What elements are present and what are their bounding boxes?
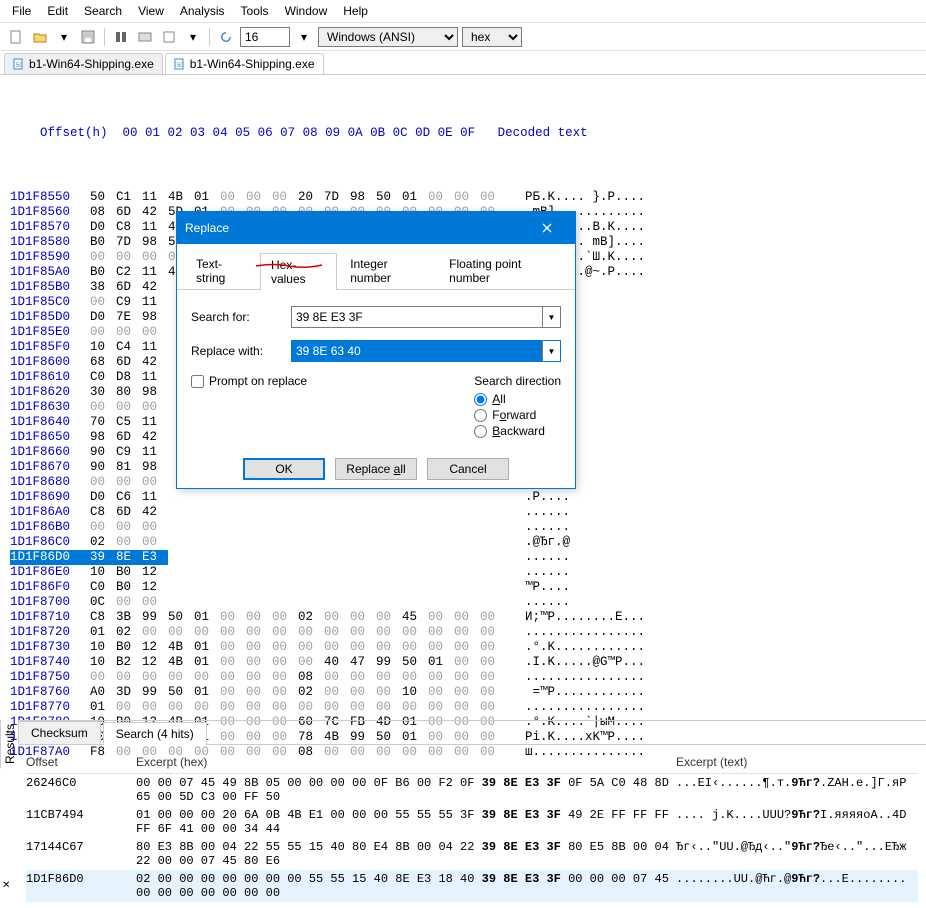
menu-window[interactable]: Window [279, 2, 334, 20]
menu-analysis[interactable]: Analysis [174, 2, 231, 20]
hex-row[interactable]: 1D1F8710C83B9950010000000200000045000000… [10, 610, 916, 625]
chevron-down-icon[interactable]: ▼ [542, 307, 560, 327]
tab-float[interactable]: Floating point number [438, 252, 567, 289]
file-tab-1[interactable]: 50 b1-Win64-Shipping.exe [4, 53, 163, 74]
results-row[interactable]: 26246C000 00 07 45 49 8B 05 00 00 00 00 … [26, 774, 918, 806]
menu-search[interactable]: Search [78, 2, 128, 20]
header-bytes: 00 01 02 03 04 05 06 07 08 09 0A 0B 0C 0… [123, 126, 476, 140]
hex-row[interactable]: 1D1F873010B0124B010000000000000000000000… [10, 640, 916, 655]
close-icon[interactable] [527, 217, 567, 239]
direction-backward-label: Backward [492, 424, 545, 438]
tab-integer[interactable]: Integer number [339, 252, 436, 289]
tool1-icon[interactable] [111, 27, 131, 47]
results-head-hex: Excerpt (hex) [136, 755, 676, 769]
save-icon[interactable] [78, 27, 98, 47]
hex-row[interactable]: 1D1F86C0020000 .@Ђг.@ [10, 535, 916, 550]
hex-row[interactable]: 1D1F86A0C86D42 ...... [10, 505, 916, 520]
toolbar: ▾ ▾ ▾ Windows (ANSI) hex [0, 23, 926, 51]
direction-forward-radio[interactable] [474, 409, 487, 422]
hex-row[interactable]: 1D1F875000000000000000000800000000000000… [10, 670, 916, 685]
hex-row[interactable]: 1D1F872001020000000000000000000000000000… [10, 625, 916, 640]
open-folder-icon[interactable] [30, 27, 50, 47]
file-tabs: 50 b1-Win64-Shipping.exe 50 b1-Win64-Shi… [0, 51, 926, 75]
red-underline-annotation [254, 262, 324, 270]
results-panel: Checksum Search (4 hits) Offset Excerpt … [18, 720, 926, 883]
bytes-per-row-input[interactable] [240, 27, 290, 47]
file-tab-2-label: b1-Win64-Shipping.exe [190, 57, 315, 71]
replace-dialog: Replace Text-string Hex-values Integer n… [176, 211, 576, 489]
search-for-label: Search for: [191, 310, 281, 324]
dialog-title: Replace [185, 221, 229, 235]
hex-row[interactable]: 1D1F86E010B012 ...... [10, 565, 916, 580]
header-decoded: Decoded text [498, 126, 588, 140]
results-tab-checksum[interactable]: Checksum [18, 721, 101, 744]
results-tab-search[interactable]: Search (4 hits) [103, 722, 207, 745]
tool3-icon[interactable] [159, 27, 179, 47]
svg-text:50: 50 [16, 63, 23, 69]
header-offset: Offset(h) [40, 126, 108, 140]
search-for-input[interactable] [292, 307, 542, 327]
chevron-down-icon[interactable]: ▼ [542, 341, 560, 361]
save-dropdown-icon[interactable]: ▾ [54, 27, 74, 47]
cancel-button[interactable]: Cancel [427, 458, 509, 480]
dialog-titlebar[interactable]: Replace [177, 212, 575, 244]
results-side-label[interactable]: Results [0, 720, 19, 768]
encoding-select[interactable]: Windows (ANSI) [318, 27, 458, 47]
search-direction-label: Search direction [474, 374, 561, 388]
hex-row[interactable]: 1D1F874010B2124B010000000040479950010000… [10, 655, 916, 670]
hex-row[interactable]: 1D1F86F0C0B012 ™P.... [10, 580, 916, 595]
results-row[interactable]: 11CB749401 00 00 00 20 6A 0B 4B E1 00 00… [26, 806, 918, 838]
results-row[interactable]: 1D1F86D002 00 00 00 00 00 00 00 55 55 15… [26, 870, 918, 902]
new-file-icon[interactable] [6, 27, 26, 47]
results-row[interactable]: 17144C6780 E3 8B 00 04 22 55 55 15 40 80… [26, 838, 918, 870]
results-head-text: Excerpt (text) [676, 755, 918, 769]
replace-all-button[interactable]: Replace all [335, 458, 417, 480]
results-close-icon[interactable]: ✕ [2, 880, 10, 891]
hex-row[interactable]: 1D1F87000C0000 ...... [10, 595, 916, 610]
file-icon: 50 [13, 58, 25, 70]
menu-bar: File Edit Search View Analysis Tools Win… [0, 0, 926, 23]
menu-edit[interactable]: Edit [41, 2, 74, 20]
menu-tools[interactable]: Tools [235, 2, 275, 20]
prompt-on-replace-checkbox[interactable] [191, 375, 204, 388]
hex-row[interactable]: 1D1F86D0398EE3 ...... [10, 550, 916, 565]
replace-with-label: Replace with: [191, 344, 281, 358]
display-select[interactable]: hex [462, 27, 522, 47]
results-head-offset: Offset [26, 755, 136, 769]
menu-file[interactable]: File [6, 2, 37, 20]
tool2-icon[interactable] [135, 27, 155, 47]
direction-all-label: All [492, 392, 505, 406]
svg-text:50: 50 [177, 63, 184, 69]
tool3-dropdown-icon[interactable]: ▾ [183, 27, 203, 47]
dialog-tabs: Text-string Hex-values Integer number Fl… [177, 244, 575, 290]
file-icon: 50 [174, 58, 186, 70]
hex-row[interactable]: 1D1F855050C1114B01000000207D985001000000… [10, 190, 916, 205]
search-for-combo[interactable]: ▼ [291, 306, 561, 328]
menu-view[interactable]: View [132, 2, 170, 20]
ok-button[interactable]: OK [243, 458, 325, 480]
file-tab-1-label: b1-Win64-Shipping.exe [29, 57, 154, 71]
hex-row[interactable]: 1D1F8760A03D9950010000000200000010000000… [10, 685, 916, 700]
direction-all-radio[interactable] [474, 393, 487, 406]
hex-row[interactable]: 1D1F86B0000000 ...... [10, 520, 916, 535]
menu-help[interactable]: Help [337, 2, 374, 20]
direction-backward-radio[interactable] [474, 425, 487, 438]
replace-with-combo[interactable]: ▼ [291, 340, 561, 362]
tab-text-string[interactable]: Text-string [185, 252, 258, 289]
bpr-dropdown-icon[interactable]: ▾ [294, 27, 314, 47]
hex-row[interactable]: 1D1F8690D0C611 .P.... [10, 490, 916, 505]
prompt-on-replace-label: Prompt on replace [209, 374, 307, 388]
hex-row[interactable]: 1D1F877001000000000000000000000000000000… [10, 700, 916, 715]
tab-hex-values[interactable]: Hex-values [260, 253, 337, 290]
file-tab-2[interactable]: 50 b1-Win64-Shipping.exe [165, 53, 324, 74]
refresh-icon[interactable] [216, 27, 236, 47]
direction-forward-label: Forward [492, 408, 536, 422]
replace-with-input[interactable] [292, 341, 542, 361]
